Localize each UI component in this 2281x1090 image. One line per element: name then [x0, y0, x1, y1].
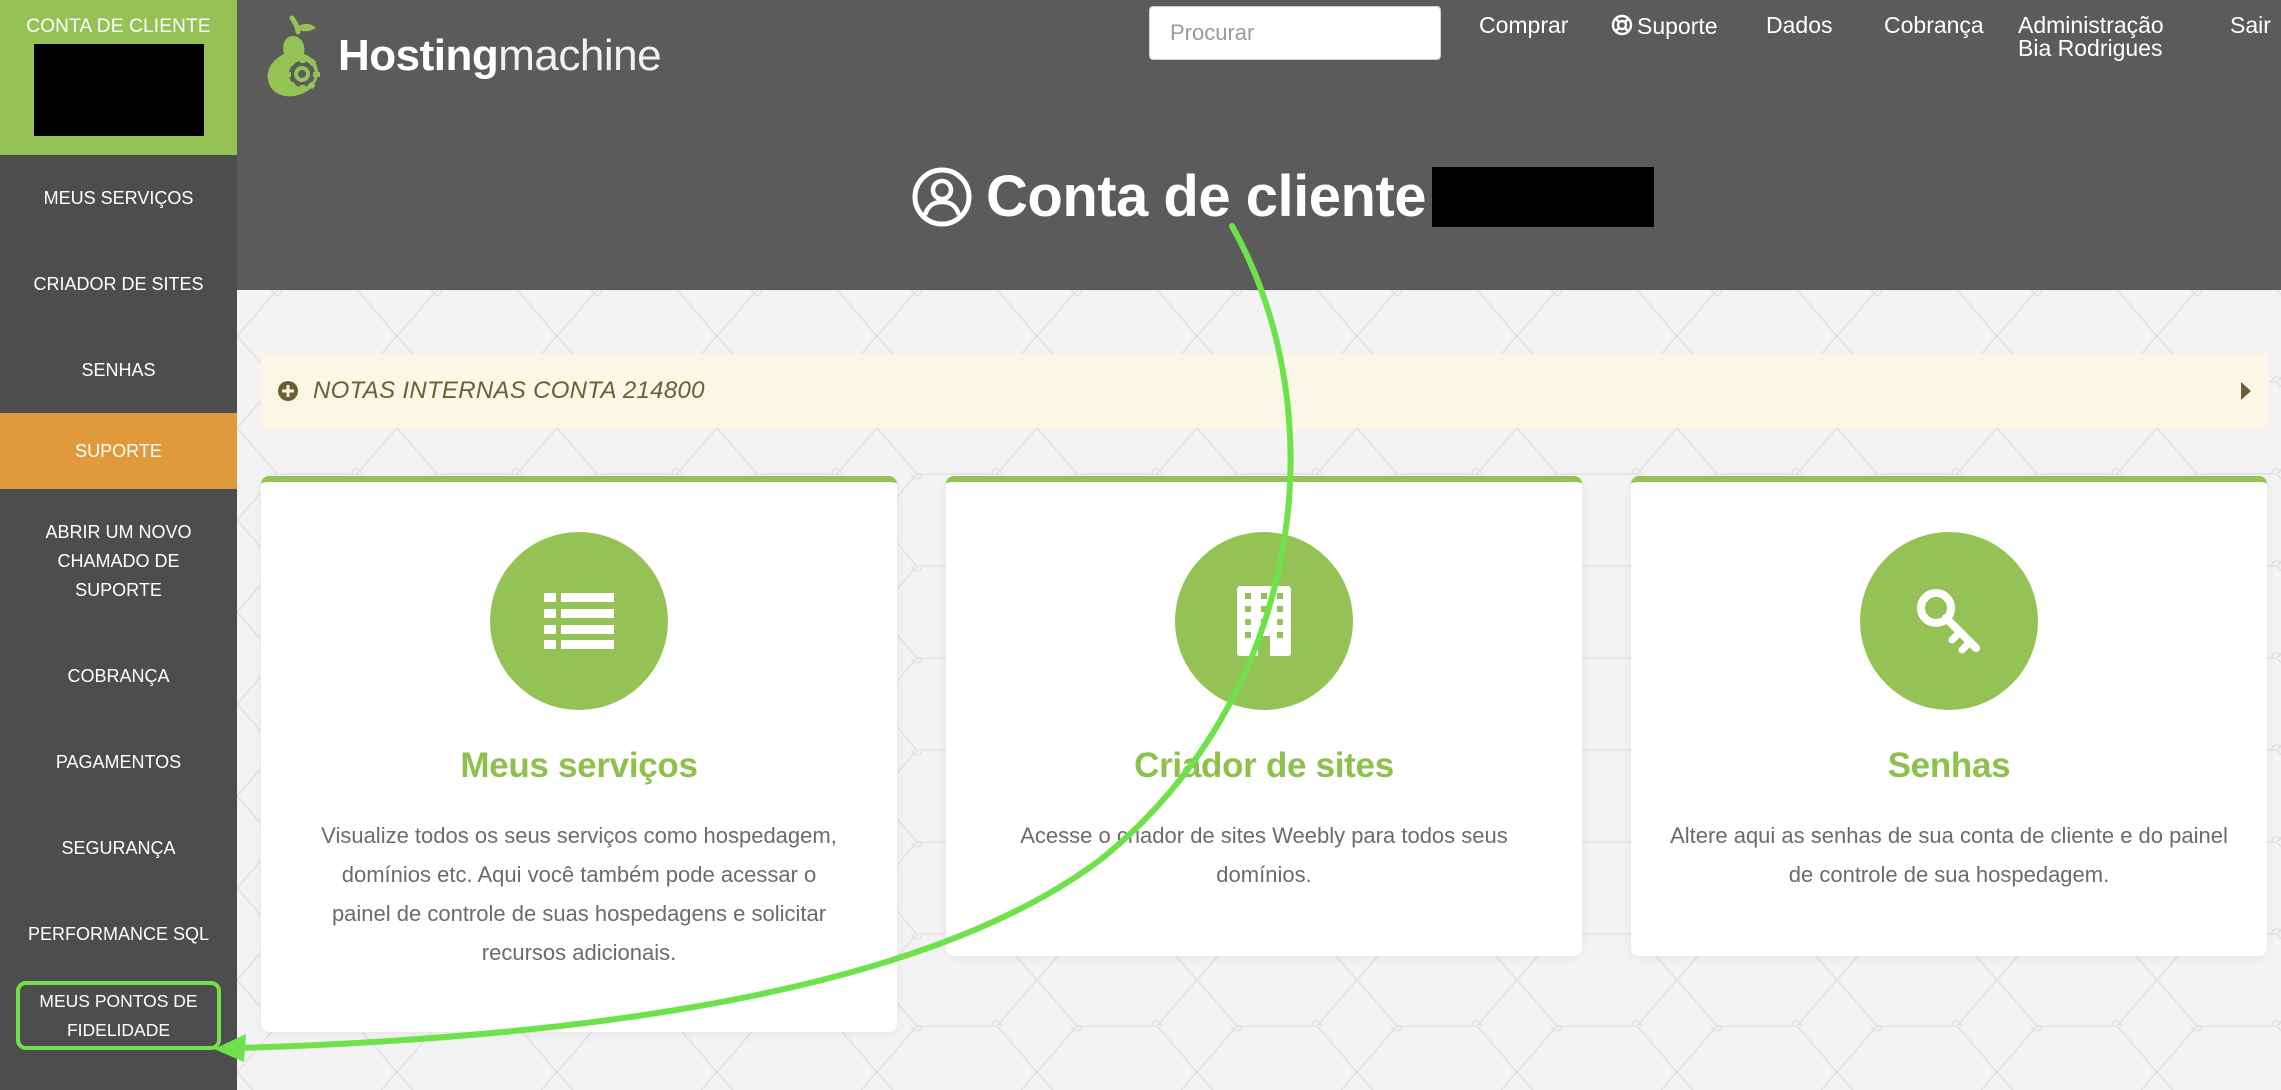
card-title: Criador de sites — [1134, 746, 1394, 785]
nav-data[interactable]: Dados — [1766, 14, 1832, 37]
pear-gear-logo-icon — [267, 15, 320, 97]
nav-billing[interactable]: Cobrança — [1884, 14, 1984, 37]
account-box[interactable]: CONTA DE CLIENTE — [0, 0, 237, 155]
card-icon-circle — [1175, 532, 1353, 710]
logo[interactable]: Hostingmachine — [262, 14, 662, 98]
sidebar-item-passwords[interactable]: SENHAS — [0, 327, 237, 413]
card-passwords[interactable]: Senhas Altere aqui as senhas de sua cont… — [1631, 476, 2267, 956]
sidebar-item-loyalty-points[interactable]: MEUS PONTOS DE FIDELIDADE — [16, 981, 221, 1050]
sidebar-item-new-ticket[interactable]: ABRIR UM NOVO CHAMADO DE SUPORTE — [0, 489, 237, 633]
page-title-text: Conta de cliente — [986, 164, 1426, 229]
search-input[interactable] — [1150, 7, 1440, 59]
key-icon — [1917, 589, 1980, 654]
sidebar-item-site-builder[interactable]: CRIADOR DE SITES — [0, 241, 237, 327]
main-content: NOTAS INTERNAS CONTA 214800 Meus serviço… — [237, 290, 2281, 1090]
nav-admin[interactable]: Administração Bia Rodrigues — [2018, 14, 2164, 60]
card-title: Senhas — [1887, 746, 2011, 785]
card-title: Meus serviços — [460, 746, 698, 785]
life-ring-icon — [1611, 14, 1633, 36]
caret-right-icon — [2241, 382, 2251, 400]
nav-buy[interactable]: Comprar — [1479, 14, 1568, 37]
logo-text: Hostingmachine — [338, 31, 662, 80]
sidebar-item-billing[interactable]: COBRANÇA — [0, 633, 237, 719]
card-site-builder[interactable]: Criador de sites Acesse o criador de sit… — [946, 476, 1582, 956]
page-title: Conta de cliente — [912, 163, 1654, 230]
sidebar-item-support[interactable]: SUPORTE — [0, 413, 237, 489]
sidebar: CONTA DE CLIENTE MEUS SERVIÇOS CRIADOR D… — [0, 0, 237, 1090]
search-box — [1149, 6, 1441, 60]
redacted-account-name — [33, 44, 204, 136]
internal-notes-label: NOTAS INTERNAS CONTA 214800 — [313, 377, 705, 404]
nav-admin-label: Administração — [2018, 12, 2164, 38]
card-description: Acesse o criador de sites Weebly para to… — [1020, 823, 1508, 887]
redacted-client-name — [1431, 166, 1654, 227]
nav-support-label: Suporte — [1637, 13, 1718, 39]
card-description: Visualize todos os seus serviços como ho… — [321, 823, 837, 965]
sidebar-item-security[interactable]: SEGURANÇA — [0, 805, 237, 891]
sidebar-item-sql-performance[interactable]: PERFORMANCE SQL — [0, 891, 237, 977]
card-icon-circle — [490, 532, 668, 710]
list-icon — [544, 593, 614, 649]
card-icon-circle — [1860, 532, 2038, 710]
account-label: CONTA DE CLIENTE — [26, 16, 211, 37]
card-description: Altere aqui as senhas de sua conta de cl… — [1670, 823, 2228, 887]
nav-admin-user: Bia Rodrigues — [2018, 35, 2163, 61]
sidebar-item-payments[interactable]: PAGAMENTOS — [0, 719, 237, 805]
nav-logout[interactable]: Sair — [2230, 14, 2271, 37]
building-icon — [1237, 586, 1291, 656]
internal-notes-bar[interactable]: NOTAS INTERNAS CONTA 214800 — [261, 354, 2269, 428]
nav-support[interactable]: Suporte — [1611, 14, 1718, 38]
header: Hostingmachine Comprar Suporte Dados Cob… — [237, 0, 2281, 290]
plus-circle-icon — [278, 381, 298, 401]
sidebar-item-my-services[interactable]: MEUS SERVIÇOS — [0, 155, 237, 241]
user-circle-icon — [912, 167, 972, 226]
card-my-services[interactable]: Meus serviços Visualize todos os seus se… — [261, 476, 897, 1032]
